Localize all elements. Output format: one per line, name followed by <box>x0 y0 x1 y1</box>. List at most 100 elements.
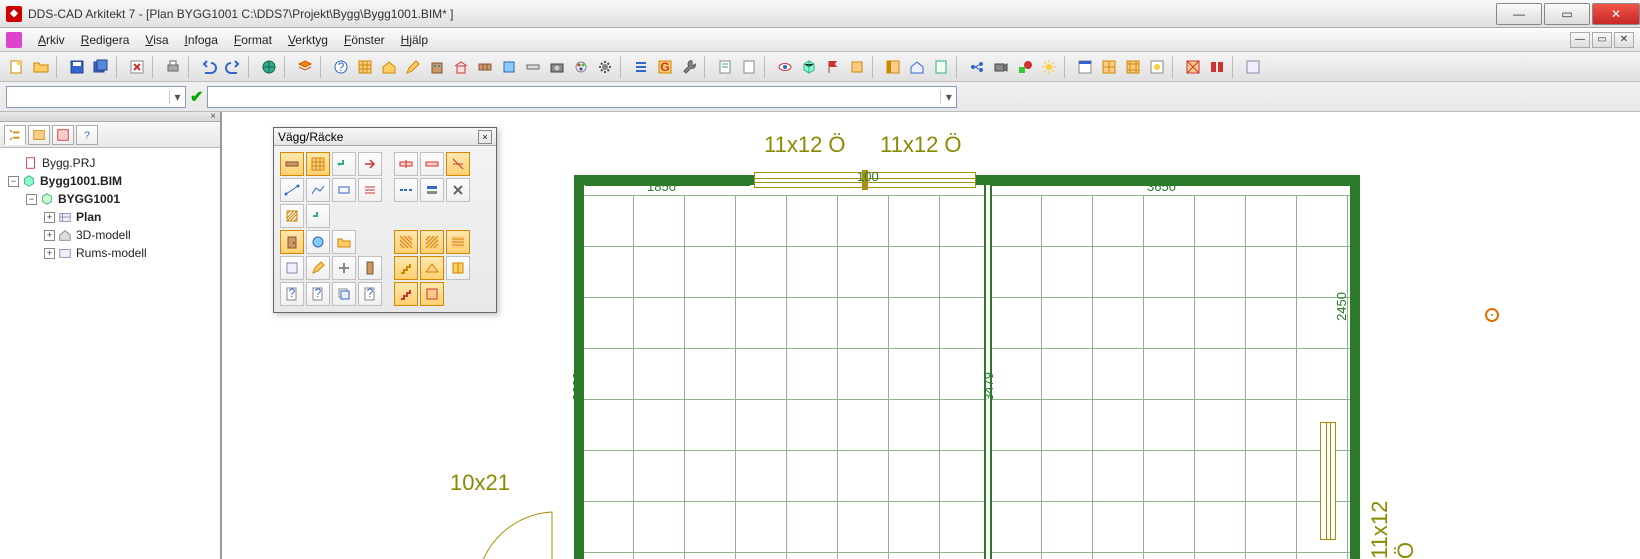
tree-expand-icon[interactable]: + <box>44 248 55 259</box>
mdi-restore[interactable]: ▭ <box>1592 32 1612 48</box>
tool-open-icon[interactable] <box>30 56 52 78</box>
mdi-minimize[interactable]: — <box>1570 32 1590 48</box>
tool-cam2-icon[interactable] <box>990 56 1012 78</box>
menu-visa[interactable]: Visa <box>137 33 176 47</box>
tool-node-icon[interactable] <box>966 56 988 78</box>
pal-book-icon[interactable] <box>446 256 470 280</box>
pal-globe-icon[interactable] <box>306 230 330 254</box>
pal-folder-icon[interactable] <box>332 230 356 254</box>
tool-sun-icon[interactable] <box>1038 56 1060 78</box>
palette-close-icon[interactable]: × <box>478 130 492 144</box>
tool-snap-icon[interactable] <box>1182 56 1204 78</box>
tool-blank-icon[interactable] <box>738 56 760 78</box>
tool-win3-icon[interactable] <box>1122 56 1144 78</box>
pal-cross-icon[interactable] <box>332 256 356 280</box>
sidebar-tab-help[interactable]: ? <box>76 125 98 145</box>
pal-stair-icon[interactable] <box>394 256 418 280</box>
tool-color-icon[interactable] <box>570 56 592 78</box>
tool-new-icon[interactable] <box>6 56 28 78</box>
pal-tex3-icon[interactable] <box>446 230 470 254</box>
tool-help-icon[interactable]: ? <box>330 56 352 78</box>
pal-col-icon[interactable] <box>358 256 382 280</box>
tree-node-bygg1001[interactable]: − BYGG1001 <box>4 190 216 208</box>
maximize-button[interactable]: ▭ <box>1544 3 1590 25</box>
wall-palette[interactable]: Vägg/Räcke × ? ? <box>273 127 497 313</box>
tool-camera-icon[interactable] <box>546 56 568 78</box>
tool-gear-icon[interactable] <box>594 56 616 78</box>
pal-join-icon[interactable] <box>420 152 444 176</box>
pal-grid-icon[interactable] <box>306 152 330 176</box>
palette-titlebar[interactable]: Vägg/Räcke × <box>274 128 496 146</box>
pal-lines-icon[interactable] <box>358 178 382 202</box>
pal-r1-icon[interactable] <box>394 282 418 306</box>
chevron-down-icon[interactable]: ▾ <box>169 90 185 104</box>
pal-line1-icon[interactable] <box>280 178 304 202</box>
pal-q1-icon[interactable]: ? <box>280 282 304 306</box>
pal-x-icon[interactable] <box>446 178 470 202</box>
menu-redigera[interactable]: Redigera <box>73 33 138 47</box>
pal-roof-icon[interactable] <box>420 256 444 280</box>
pal-tex1-icon[interactable] <box>394 230 418 254</box>
tree-expand-icon[interactable]: + <box>44 212 55 223</box>
tool-g-icon[interactable]: G <box>654 56 676 78</box>
pal-r2-icon[interactable] <box>420 282 444 306</box>
tool-sheet-icon[interactable] <box>714 56 736 78</box>
tool-undo-icon[interactable] <box>198 56 220 78</box>
pal-dash-icon[interactable] <box>394 178 418 202</box>
sidebar-tab-layers[interactable] <box>28 125 50 145</box>
pal-arrow-icon[interactable] <box>358 152 382 176</box>
tool-win4-icon[interactable] <box>1146 56 1168 78</box>
tree-node-rums[interactable]: + Rums-modell <box>4 244 216 262</box>
tool-grid-icon[interactable] <box>354 56 376 78</box>
tool-final-icon[interactable] <box>1242 56 1264 78</box>
tool-dim-icon[interactable] <box>846 56 868 78</box>
pal-q2-icon[interactable]: ? <box>306 282 330 306</box>
tool-redo-icon[interactable] <box>222 56 244 78</box>
tree-node-plan[interactable]: + Plan <box>4 208 216 226</box>
tool-wrench-icon[interactable] <box>678 56 700 78</box>
mdi-close[interactable]: ✕ <box>1614 32 1634 48</box>
sidebar-close-icon[interactable]: × <box>210 111 216 122</box>
tool-3d-icon[interactable] <box>798 56 820 78</box>
tool-close-icon[interactable] <box>126 56 148 78</box>
pal-copy-icon[interactable] <box>332 282 356 306</box>
tool-building-icon[interactable] <box>426 56 448 78</box>
tool-wall-icon[interactable] <box>474 56 496 78</box>
tool-save-icon[interactable] <box>66 56 88 78</box>
pal-rect-icon[interactable] <box>332 178 356 202</box>
pal-door-icon[interactable] <box>280 230 304 254</box>
pal-tex2-icon[interactable] <box>420 230 444 254</box>
tree-expand-icon[interactable]: + <box>44 230 55 241</box>
tool-align-icon[interactable] <box>1206 56 1228 78</box>
tree-collapse-icon[interactable]: − <box>26 194 37 205</box>
menu-format[interactable]: Format <box>226 33 280 47</box>
tool-eye-icon[interactable] <box>774 56 796 78</box>
tool-home-icon[interactable] <box>906 56 928 78</box>
pal-layer-icon[interactable] <box>420 178 444 202</box>
tool-win2-icon[interactable] <box>1098 56 1120 78</box>
tool-list-icon[interactable] <box>630 56 652 78</box>
tool-box-icon[interactable] <box>498 56 520 78</box>
tree-node-3d[interactable]: + 3D-modell <box>4 226 216 244</box>
pal-trim-icon[interactable] <box>446 152 470 176</box>
tool-panel1-icon[interactable] <box>882 56 904 78</box>
tool-saveall-icon[interactable] <box>90 56 112 78</box>
menu-fonster[interactable]: Fönster <box>336 33 393 47</box>
pal-wall-icon[interactable] <box>280 152 304 176</box>
chevron-down-icon[interactable]: ▾ <box>940 90 956 104</box>
pal-split-icon[interactable] <box>394 152 418 176</box>
tool-layers-icon[interactable] <box>294 56 316 78</box>
menu-verktyg[interactable]: Verktyg <box>280 33 336 47</box>
sidebar-tab-props[interactable] <box>52 125 74 145</box>
menu-hjalp[interactable]: Hjälp <box>393 33 436 47</box>
tool-print-icon[interactable] <box>162 56 184 78</box>
pal-edit-icon[interactable] <box>306 256 330 280</box>
tool-house-icon[interactable] <box>378 56 400 78</box>
tool-measure-icon[interactable] <box>522 56 544 78</box>
minimize-button[interactable]: — <box>1496 3 1542 25</box>
close-button[interactable]: ✕ <box>1592 3 1640 25</box>
sidebar-tab-tree[interactable] <box>4 125 26 145</box>
menu-infoga[interactable]: Infoga <box>177 33 226 47</box>
menu-arkiv[interactable]: Arkiv <box>30 33 73 47</box>
tool-doc-icon[interactable] <box>930 56 952 78</box>
